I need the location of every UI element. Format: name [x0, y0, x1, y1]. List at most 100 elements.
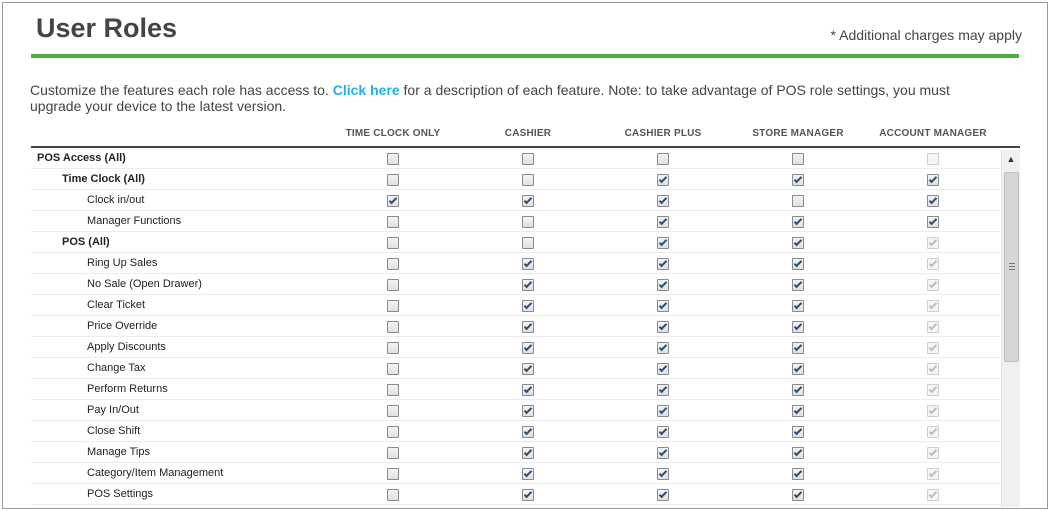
checkbox-time-clock-only[interactable] [387, 237, 399, 249]
checkbox-cashier-plus[interactable] [657, 447, 669, 459]
checkbox-store-manager[interactable] [792, 279, 804, 291]
checkbox-time-clock-only[interactable] [387, 426, 399, 438]
checkbox-store-manager[interactable] [792, 405, 804, 417]
checkmark-icon [928, 363, 938, 373]
checkbox-cashier-plus[interactable] [657, 489, 669, 501]
checkbox-cashier[interactable] [522, 153, 534, 165]
checkbox-time-clock-only[interactable] [387, 405, 399, 417]
checkbox-time-clock-only[interactable] [387, 363, 399, 375]
checkbox-cashier[interactable] [522, 216, 534, 228]
checkbox-time-clock-only[interactable] [387, 447, 399, 459]
checkmark-icon [928, 216, 938, 226]
checkbox-time-clock-only[interactable] [387, 258, 399, 270]
scroll-thumb[interactable] [1004, 172, 1019, 362]
checkbox-store-manager[interactable] [792, 384, 804, 396]
checkbox-cashier[interactable] [522, 300, 534, 312]
column-header-time-clock-only: TIME CLOCK ONLY [345, 128, 441, 139]
checkbox-account-manager[interactable] [927, 195, 939, 207]
checkbox-time-clock-only[interactable] [387, 300, 399, 312]
checkbox-cashier[interactable] [522, 489, 534, 501]
checkbox-store-manager[interactable] [792, 342, 804, 354]
checkbox-cashier[interactable] [522, 258, 534, 270]
checkbox-cashier[interactable] [522, 426, 534, 438]
checkbox-cashier-plus[interactable] [657, 468, 669, 480]
checkbox-cashier-plus[interactable] [657, 195, 669, 207]
checkbox-account-manager[interactable] [927, 216, 939, 228]
checkbox-cashier[interactable] [522, 342, 534, 354]
feature-description-link[interactable]: Click here [333, 82, 400, 98]
checkbox-cashier-plus[interactable] [657, 363, 669, 375]
checkbox-time-clock-only[interactable] [387, 321, 399, 333]
checkmark-icon [928, 405, 938, 415]
row-label: Category/Item Management [87, 467, 224, 479]
checkbox-store-manager[interactable] [792, 237, 804, 249]
checkbox-time-clock-only[interactable] [387, 195, 399, 207]
checkbox-cashier-plus[interactable] [657, 153, 669, 165]
checkbox-cashier[interactable] [522, 321, 534, 333]
checkbox-store-manager[interactable] [792, 447, 804, 459]
table-row: POS Access (All) [31, 148, 1000, 169]
checkmark-icon [658, 426, 668, 436]
checkbox-time-clock-only[interactable] [387, 384, 399, 396]
checkbox-store-manager[interactable] [792, 363, 804, 375]
checkbox-cashier-plus[interactable] [657, 258, 669, 270]
checkbox-store-manager[interactable] [792, 426, 804, 438]
row-label: Perform Returns [87, 383, 168, 395]
checkbox-time-clock-only[interactable] [387, 468, 399, 480]
checkbox-cashier-plus[interactable] [657, 237, 669, 249]
checkbox-cashier-plus[interactable] [657, 279, 669, 291]
checkbox-cashier[interactable] [522, 405, 534, 417]
checkbox-cashier[interactable] [522, 363, 534, 375]
checkbox-store-manager[interactable] [792, 195, 804, 207]
checkbox-cashier[interactable] [522, 279, 534, 291]
table-row: Pay In/Out [31, 400, 1000, 421]
checkbox-cashier-plus[interactable] [657, 300, 669, 312]
scroll-up-arrow-icon[interactable]: ▲ [1002, 150, 1020, 168]
checkbox-time-clock-only[interactable] [387, 174, 399, 186]
checkmark-icon [523, 405, 533, 415]
checkbox-store-manager[interactable] [792, 468, 804, 480]
checkbox-cashier-plus[interactable] [657, 174, 669, 186]
table-row: Time Clock (All) [31, 169, 1000, 190]
checkbox-time-clock-only[interactable] [387, 489, 399, 501]
checkbox-account-manager [927, 300, 939, 312]
checkbox-cashier[interactable] [522, 384, 534, 396]
checkbox-store-manager[interactable] [792, 174, 804, 186]
checkmark-icon [793, 468, 803, 478]
checkbox-store-manager[interactable] [792, 300, 804, 312]
checkbox-store-manager[interactable] [792, 321, 804, 333]
checkbox-time-clock-only[interactable] [387, 342, 399, 354]
table-row: Close Shift [31, 421, 1000, 442]
checkbox-cashier[interactable] [522, 195, 534, 207]
checkbox-cashier-plus[interactable] [657, 321, 669, 333]
checkmark-icon [928, 342, 938, 352]
checkmark-icon [658, 405, 668, 415]
row-label: Apply Discounts [87, 341, 166, 353]
checkmark-icon [793, 321, 803, 331]
checkbox-cashier[interactable] [522, 468, 534, 480]
checkbox-store-manager[interactable] [792, 489, 804, 501]
checkbox-cashier[interactable] [522, 237, 534, 249]
checkmark-icon [523, 468, 533, 478]
checkmark-icon [388, 195, 398, 205]
checkbox-account-manager[interactable] [927, 174, 939, 186]
checkbox-cashier-plus[interactable] [657, 426, 669, 438]
checkbox-time-clock-only[interactable] [387, 279, 399, 291]
checkbox-cashier-plus[interactable] [657, 342, 669, 354]
checkmark-icon [793, 363, 803, 373]
checkbox-cashier[interactable] [522, 174, 534, 186]
checkbox-store-manager[interactable] [792, 153, 804, 165]
checkbox-store-manager[interactable] [792, 258, 804, 270]
checkbox-cashier-plus[interactable] [657, 405, 669, 417]
checkmark-icon [658, 363, 668, 373]
checkmark-icon [793, 174, 803, 184]
checkbox-time-clock-only[interactable] [387, 153, 399, 165]
checkbox-cashier-plus[interactable] [657, 216, 669, 228]
table-scrollbar[interactable]: ▲ [1001, 150, 1020, 507]
checkbox-cashier[interactable] [522, 447, 534, 459]
checkmark-icon [658, 300, 668, 310]
checkbox-cashier-plus[interactable] [657, 384, 669, 396]
table-row: Manage Tips [31, 442, 1000, 463]
checkbox-time-clock-only[interactable] [387, 216, 399, 228]
checkbox-store-manager[interactable] [792, 216, 804, 228]
